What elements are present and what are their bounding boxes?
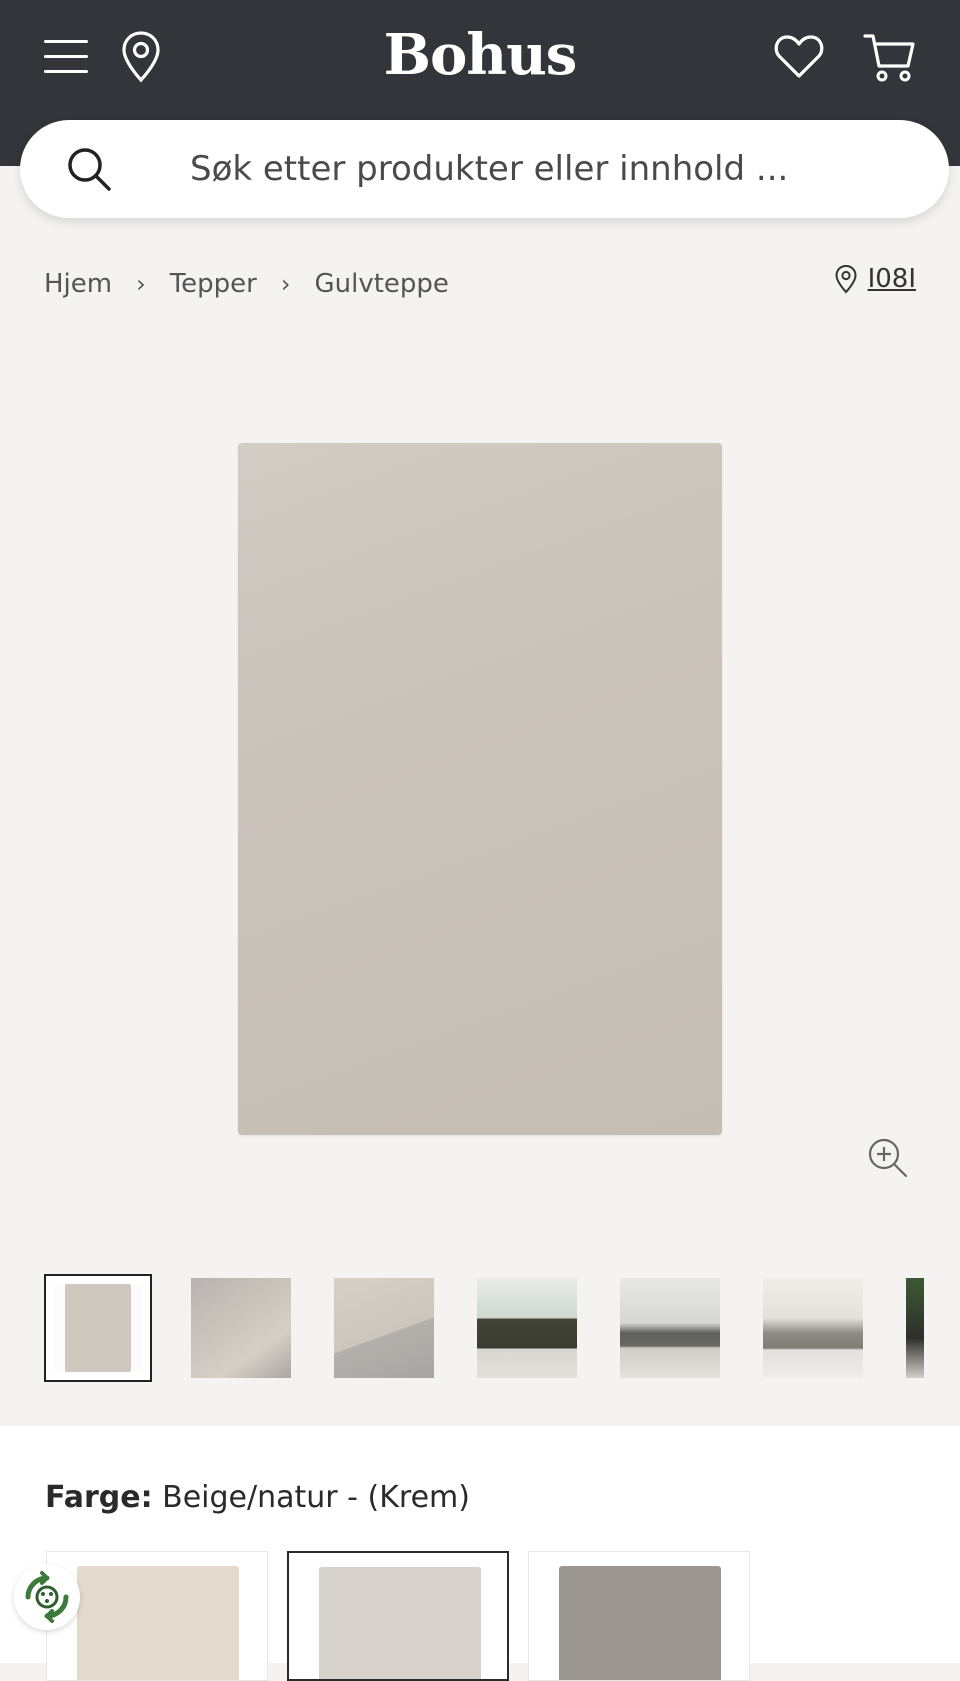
color-swatch-grey[interactable] [528,1551,750,1681]
cart-icon[interactable] [862,30,916,84]
breadcrumb-tepper[interactable]: Tepper [170,269,257,299]
breadcrumb-gulvteppe[interactable]: Gulvteppe [314,269,448,299]
thumbnail-strip [44,1274,924,1382]
color-label-value: Beige/natur - (Krem) [162,1480,470,1515]
color-swatch-krem[interactable] [287,1551,509,1681]
store-label[interactable]: I08I [868,264,916,294]
color-label-title: Farge: [45,1480,153,1515]
store-selector[interactable]: I08I [834,264,916,294]
thumbnail-rug-edge[interactable] [334,1278,434,1378]
thumbnail-rug-corner[interactable] [191,1278,291,1378]
search-icon[interactable] [66,146,112,192]
breadcrumb-home[interactable]: Hjem [44,269,112,299]
thumbnail-rug-flat[interactable] [44,1274,152,1382]
product-main-image[interactable] [238,443,722,1135]
recycle-badge-icon [25,1571,69,1623]
zoom-in-icon[interactable] [866,1136,910,1180]
color-label: Farge: Beige/natur - (Krem) [45,1480,470,1515]
thumbnail-living-room-green-sofa[interactable] [477,1278,577,1378]
search-input[interactable] [190,144,910,194]
recycle-badge[interactable] [14,1564,80,1630]
heart-icon[interactable] [774,32,824,80]
thumbnail-armchair-room[interactable] [763,1278,863,1378]
location-pin-icon [835,264,857,294]
thumbnail-living-room-window[interactable] [620,1278,720,1378]
breadcrumb-separator: › [280,270,291,298]
thumbnail-plant-partial[interactable] [906,1278,924,1378]
breadcrumb-separator: › [136,270,146,298]
search-bar[interactable] [20,120,949,218]
breadcrumb: Hjem › Tepper › Gulvteppe [44,264,449,304]
